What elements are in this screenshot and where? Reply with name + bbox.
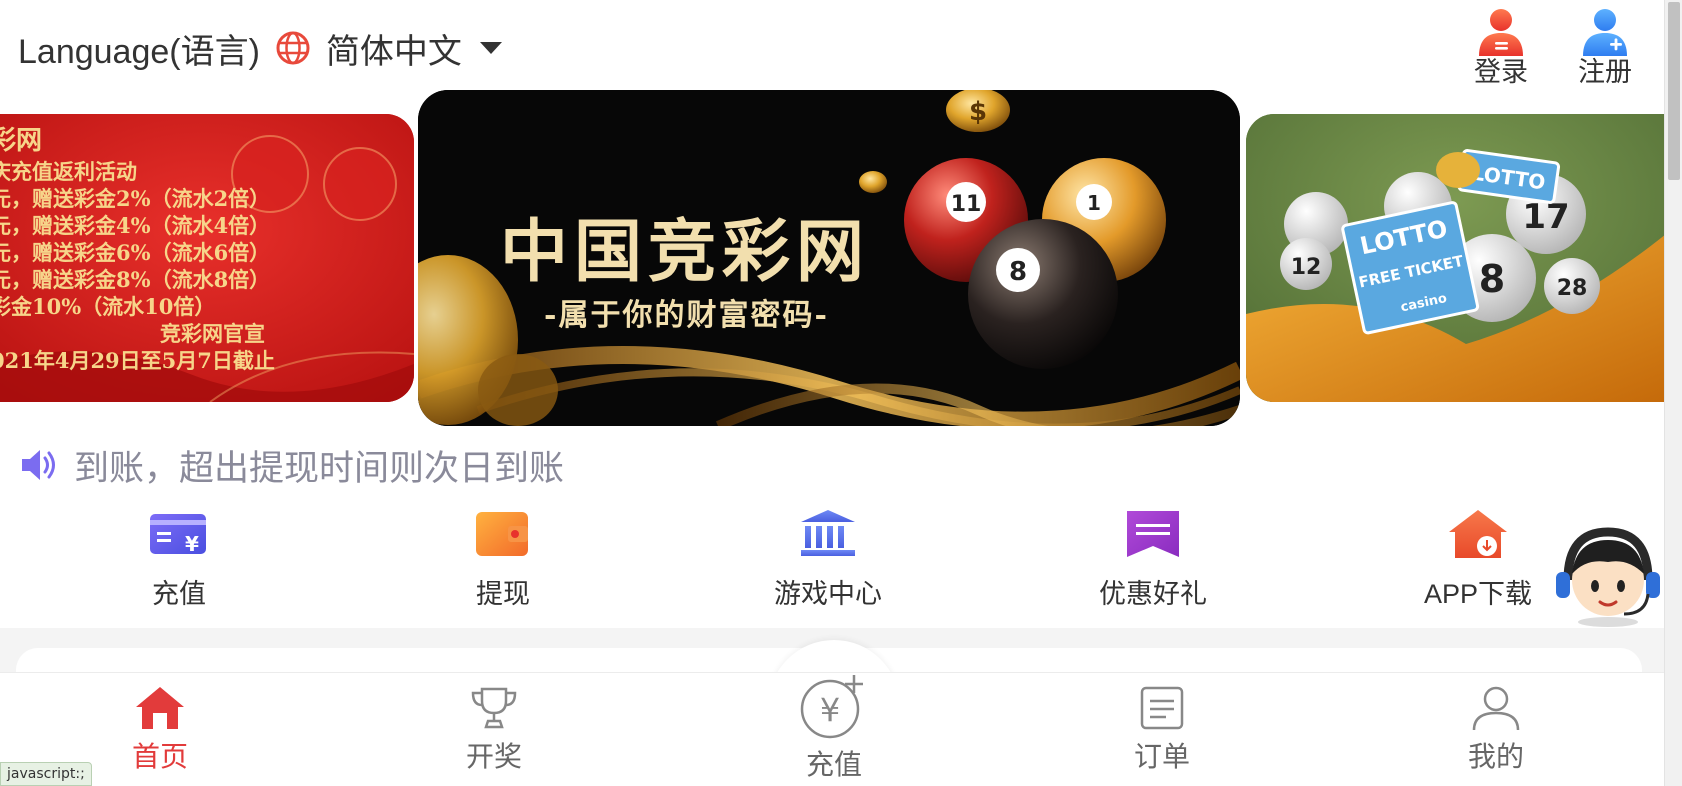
login-user-icon	[1479, 9, 1523, 56]
chevron-down-icon	[479, 42, 502, 54]
scrollbar-thumb[interactable]	[1668, 2, 1680, 180]
ball-number-8: 8	[1009, 257, 1027, 287]
ball-number-12: 12	[1291, 255, 1322, 280]
promo-line: 彩金10%（流水10倍）	[0, 294, 216, 319]
register-user-icon	[1583, 9, 1627, 56]
promo-line: 庆充值返利活动	[0, 159, 137, 184]
tab-label: 充值	[805, 749, 862, 780]
speaker-icon	[22, 450, 55, 480]
vertical-scrollbar[interactable]	[1664, 0, 1682, 786]
banner-subtitle: -属于你的财富密码-	[544, 298, 829, 333]
language-selector[interactable]: Language(语言) 简体中文	[18, 26, 502, 71]
order-list-icon	[1140, 686, 1184, 730]
promo-line: 彩网	[0, 126, 43, 156]
bottom-tabbar: 首页 开奖 ¥ 充值 订单 我的	[0, 672, 1664, 786]
notice-marquee[interactable]: 到账，超出提现时间则次日到账	[18, 440, 564, 490]
login-label: 登录	[1474, 57, 1528, 87]
tab-label: 首页	[131, 741, 188, 772]
menu-item-recharge[interactable]: ¥ 充值	[104, 508, 254, 611]
recharge-card-icon: ¥	[150, 514, 206, 556]
banner-slide-current[interactable]: $ 11 1 8 中国竞彩网 -属于你的财富密码-	[418, 90, 1240, 426]
tab-profile[interactable]: 我的	[1416, 685, 1576, 775]
ball-number-1: 1	[1087, 191, 1101, 215]
tab-label: 开奖	[465, 741, 522, 772]
svg-text:¥: ¥	[820, 691, 840, 729]
menu-item-label: 提现	[476, 579, 530, 609]
notice-text: 到账，超出提现时间则次日到账	[74, 448, 565, 488]
header: Language(语言) 简体中文 登录 注册	[0, 0, 1664, 92]
menu-item-game-center[interactable]: 游戏中心	[753, 508, 903, 611]
app-download-icon	[1449, 510, 1507, 558]
menu-item-label: 优惠好礼	[1099, 579, 1207, 609]
banner-title: 中国竞彩网	[500, 212, 871, 292]
promo-line: 竞彩网官宣	[160, 321, 265, 346]
yuan-plus-icon: ¥	[800, 675, 863, 739]
menu-item-promotions[interactable]: 优惠好礼	[1078, 508, 1228, 611]
banner-slide-prev[interactable]: 彩网 庆充值返利活动 元，赠送彩金2%（流水2倍） 元，赠送彩金4%（流水4倍）…	[0, 114, 414, 402]
banner-right-art: 17 8 12 28 3 LOTTO FREE TICKET casino LO…	[1246, 114, 1664, 402]
tab-lottery-results[interactable]: 开奖	[414, 685, 574, 775]
gift-ribbon-icon	[1127, 511, 1179, 557]
user-icon	[1472, 686, 1520, 731]
tab-recharge[interactable]: ¥ 充值	[754, 671, 914, 783]
menu-item-label: APP下载	[1423, 579, 1533, 609]
tab-label: 订单	[1133, 741, 1190, 772]
register-button[interactable]: 注册	[1578, 6, 1632, 86]
trophy-icon	[471, 687, 517, 729]
tab-home[interactable]: 首页	[80, 685, 240, 775]
svg-text:$: $	[969, 97, 987, 127]
tab-orders[interactable]: 订单	[1082, 685, 1242, 775]
promo-line: 元，赠送彩金2%（流水2倍）	[0, 186, 271, 211]
bank-building-icon	[801, 510, 855, 556]
promo-line: 元，赠送彩金6%（流水6倍）	[0, 240, 271, 265]
menu-item-app-download[interactable]: APP下载	[1403, 508, 1553, 611]
ball-number-11: 11	[951, 192, 982, 217]
customer-service-avatar-icon[interactable]	[1548, 518, 1664, 628]
ball-number-28: 28	[1557, 276, 1588, 301]
menu-item-label: 充值	[152, 579, 206, 609]
promo-line: 元，赠送彩金4%（流水4倍）	[0, 213, 271, 238]
language-label: Language(语言)	[18, 32, 260, 71]
page: Language(语言) 简体中文 登录 注册 彩网 庆充值返利活动 元，赠送彩…	[0, 0, 1664, 786]
menu-item-label: 游戏中心	[774, 579, 882, 609]
tab-label: 我的	[1467, 741, 1524, 772]
register-label: 注册	[1578, 57, 1632, 87]
globe-icon	[276, 31, 310, 65]
language-value: 简体中文	[325, 32, 462, 71]
promo-line: 元，赠送彩金8%（流水8倍）	[0, 267, 271, 292]
ball-number-8: 8	[1479, 257, 1505, 301]
promo-line: 021年4月29日至5月7日截止	[0, 348, 275, 373]
quick-menu: ¥ 充值 提现 游戏中心 优惠好礼 APP下载	[0, 508, 1664, 620]
browser-status-text: javascript:;	[0, 762, 92, 786]
svg-text:¥: ¥	[185, 532, 199, 556]
wallet-icon	[476, 512, 528, 556]
promo-text: 彩网 庆充值返利活动 元，赠送彩金2%（流水2倍） 元，赠送彩金4%（流水4倍）…	[0, 124, 414, 374]
home-icon	[136, 687, 184, 729]
menu-item-withdraw[interactable]: 提现	[428, 508, 578, 611]
login-button[interactable]: 登录	[1474, 6, 1528, 86]
banner-slide-next[interactable]: 17 8 12 28 3 LOTTO FREE TICKET casino LO…	[1246, 114, 1664, 402]
